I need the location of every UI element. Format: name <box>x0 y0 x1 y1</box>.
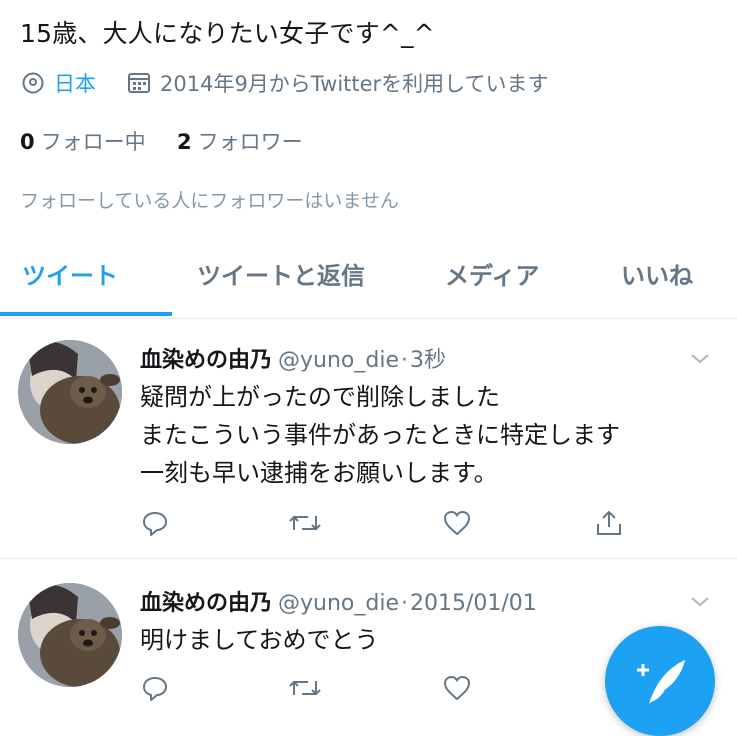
profile-joined: 2014年9月からTwitterを利用しています <box>160 72 549 96</box>
tab-tweets[interactable]: ツイート <box>22 256 118 291</box>
follow-stats: 0 フォロー中 2 フォロワー <box>20 126 303 156</box>
user-handle[interactable]: @yuno_die <box>278 591 399 616</box>
profile-meta: 日本 2014年9月からTwitterを利用しています <box>20 68 549 98</box>
compose-tweet-icon <box>637 660 685 704</box>
tweet[interactable]: 血染めの由乃 @yuno_die·3秒 疑問が上がったので削除しました またこうい… <box>0 320 737 559</box>
tweet-actions <box>140 508 640 540</box>
chevron-down-icon[interactable] <box>688 346 712 370</box>
following-stat[interactable]: 0 フォロー中 <box>20 130 146 154</box>
tweet-text-line: 一刻も早い逮捕をお願いします。 <box>140 459 498 487</box>
tab-tweets-and-replies[interactable]: ツイートと返信 <box>197 256 365 291</box>
followers-you-know-note: フォローしている人にフォロワーはいません <box>20 190 399 212</box>
following-count: 0 <box>20 130 35 154</box>
tweet-header: 血染めの由乃 @yuno_die·2015/01/01 <box>140 585 537 617</box>
retweet-icon[interactable] <box>288 673 321 703</box>
tab-likes[interactable]: いいね <box>621 256 693 291</box>
avatar[interactable] <box>18 340 122 444</box>
following-label: フォロー中 <box>40 130 146 154</box>
tweet-text: 明けましておめでとう <box>140 621 379 659</box>
tweet-text: 疑問が上がったので削除しました またこういう事件があったときに特定します 一刻も… <box>140 378 620 492</box>
location-pin-icon <box>20 70 46 96</box>
tweet-text-line: またこういう事件があったときに特定します <box>140 421 620 449</box>
display-name[interactable]: 血染めの由乃 <box>140 348 272 373</box>
tweet-text-line: 明けましておめでとう <box>140 626 379 654</box>
tweet-header: 血染めの由乃 @yuno_die·3秒 <box>140 342 446 374</box>
tweet-text-line: 疑問が上がったので削除しました <box>140 383 500 411</box>
compose-tweet-button[interactable] <box>605 626 715 736</box>
active-tab-indicator <box>0 312 172 316</box>
calendar-icon <box>126 70 152 96</box>
heart-icon[interactable] <box>442 508 472 538</box>
profile-tabs: ツイート ツイートと返信 メディア いいね <box>0 236 737 319</box>
chevron-down-icon[interactable] <box>688 589 712 613</box>
tweet-actions <box>140 673 640 705</box>
separator-dot: · <box>401 591 408 616</box>
heart-icon[interactable] <box>442 673 472 703</box>
followers-stat[interactable]: 2 フォロワー <box>177 130 303 154</box>
followers-label: フォロワー <box>197 130 303 154</box>
reply-icon[interactable] <box>140 508 170 538</box>
profile-bio: 15歳、大人になりたい女子です^_^ <box>20 19 435 48</box>
user-handle[interactable]: @yuno_die <box>278 348 399 373</box>
separator-dot: · <box>401 348 408 373</box>
display-name[interactable]: 血染めの由乃 <box>140 591 272 616</box>
share-icon[interactable] <box>594 508 624 538</box>
avatar[interactable] <box>18 583 122 687</box>
profile-location[interactable]: 日本 <box>54 68 96 98</box>
retweet-icon[interactable] <box>288 508 321 538</box>
followers-count: 2 <box>177 130 192 154</box>
tab-media[interactable]: メディア <box>445 256 539 291</box>
tweet-timestamp[interactable]: 2015/01/01 <box>410 591 537 616</box>
tweet-timestamp[interactable]: 3秒 <box>410 348 446 373</box>
reply-icon[interactable] <box>140 673 170 703</box>
